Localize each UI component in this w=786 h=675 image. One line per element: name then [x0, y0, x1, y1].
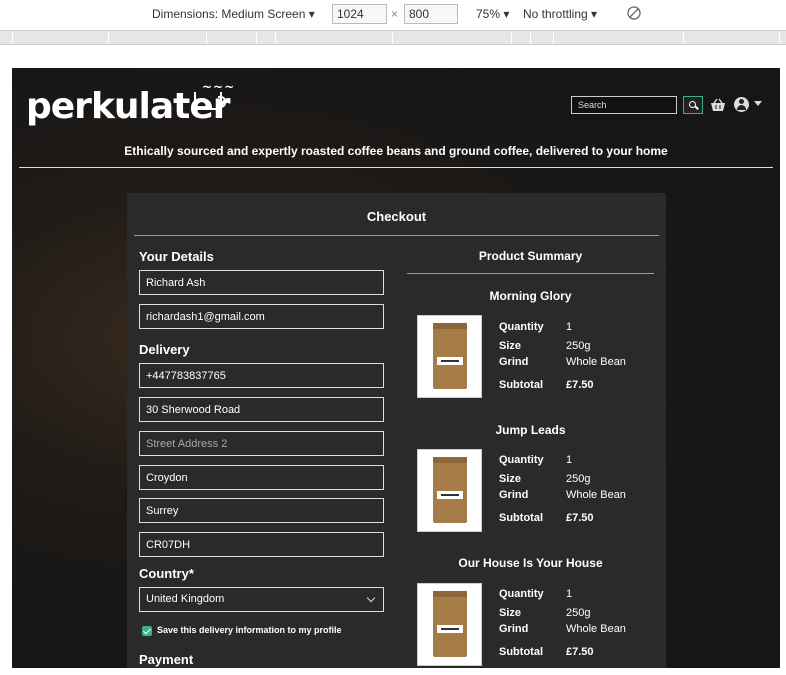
email-field[interactable]	[139, 304, 384, 329]
grind-value: Whole Bean	[566, 623, 626, 635]
save-info-checkbox[interactable]	[142, 626, 152, 636]
your-details-heading: Your Details	[139, 249, 214, 264]
street-address-2-field[interactable]	[139, 431, 384, 456]
checkout-title: Checkout	[366, 209, 427, 224]
phone-field[interactable]	[139, 363, 384, 388]
coffee-bag-icon	[433, 457, 467, 523]
postcode-field[interactable]	[139, 532, 384, 557]
grind-label: Grind	[499, 489, 529, 501]
save-info-label[interactable]: Save this delivery information to my pro…	[157, 625, 342, 635]
search-button[interactable]	[683, 96, 703, 114]
subtotal-value: £7.50	[566, 512, 594, 524]
quantity-value: 1	[566, 454, 573, 466]
size-value: 250g	[566, 607, 591, 619]
chevron-down-icon[interactable]	[754, 101, 762, 106]
street-address-1-field[interactable]	[139, 397, 384, 422]
grind-value: Whole Bean	[566, 489, 626, 501]
product-name: Our House Is Your House	[458, 556, 603, 570]
account-icon[interactable]	[734, 97, 749, 112]
size-label: Size	[499, 340, 522, 352]
size-value: 250g	[566, 340, 591, 352]
quantity-label: Quantity	[499, 454, 544, 466]
throttling-dropdown[interactable]: No throttling ▾	[523, 7, 597, 21]
quantity-label: Quantity	[499, 321, 544, 333]
county-field[interactable]	[139, 498, 384, 523]
product-image	[417, 315, 482, 398]
search-input[interactable]	[571, 96, 677, 114]
checkout-divider	[134, 235, 659, 236]
payment-heading: Payment	[139, 652, 194, 667]
country-select[interactable]: United Kingdom	[139, 587, 384, 612]
site-logo[interactable]: perkulater ~~~	[26, 80, 234, 127]
full-name-field[interactable]	[139, 270, 384, 295]
header-divider	[19, 167, 773, 168]
cup-handle-icon	[218, 96, 226, 108]
quantity-value: 1	[566, 588, 573, 600]
town-field[interactable]	[139, 465, 384, 490]
account-icon-body	[737, 105, 746, 110]
rotate-disabled-icon[interactable]	[627, 6, 641, 23]
subtotal-label: Subtotal	[499, 646, 543, 658]
subtotal-label: Subtotal	[499, 512, 543, 524]
basket-icon[interactable]	[710, 98, 726, 112]
quantity-value: 1	[566, 321, 573, 333]
product-name: Morning Glory	[489, 289, 572, 303]
product-image	[417, 449, 482, 532]
grind-label: Grind	[499, 356, 529, 368]
times-sign: ×	[391, 7, 399, 21]
size-label: Size	[499, 607, 522, 619]
subtotal-value: £7.50	[566, 379, 594, 391]
device-height-input[interactable]	[404, 4, 458, 24]
size-label: Size	[499, 473, 522, 485]
summary-divider	[407, 273, 654, 274]
dimensions-label: Dimensions: Medium Screen	[152, 7, 306, 21]
coffee-bag-icon	[433, 591, 467, 657]
size-value: 250g	[566, 473, 591, 485]
account-icon-head	[739, 99, 744, 104]
search-icon-handle	[695, 105, 699, 110]
chevron-down-icon	[366, 593, 376, 603]
quantity-label: Quantity	[499, 588, 544, 600]
subtotal-value: £7.50	[566, 646, 594, 658]
checkout-panel: Checkout Your Details Delivery Country* …	[127, 193, 666, 668]
dimensions-dropdown[interactable]: Dimensions: Medium Screen ▾	[152, 7, 315, 21]
media-query-ruler[interactable]	[0, 31, 786, 45]
country-label: Country*	[139, 566, 194, 581]
country-selected-value: United Kingdom	[146, 593, 225, 605]
site-tagline: Ethically sourced and expertly roasted c…	[124, 144, 668, 158]
subtotal-label: Subtotal	[499, 379, 543, 391]
coffee-bag-icon	[433, 323, 467, 389]
product-name: Jump Leads	[495, 423, 566, 437]
zoom-dropdown[interactable]: 75% ▾	[476, 7, 509, 21]
delivery-heading: Delivery	[139, 342, 190, 357]
zoom-label: 75%	[476, 7, 501, 21]
page-viewport: perkulater ~~~ Ethically sourced and exp…	[12, 68, 780, 668]
grind-label: Grind	[499, 623, 529, 635]
product-image	[417, 583, 482, 666]
product-summary-title: Product Summary	[478, 249, 583, 263]
devtools-device-toolbar: Dimensions: Medium Screen ▾ × 75% ▾ No t…	[0, 0, 786, 31]
device-width-input[interactable]	[332, 4, 387, 24]
throttling-label: No throttling	[523, 7, 588, 21]
grind-value: Whole Bean	[566, 356, 626, 368]
